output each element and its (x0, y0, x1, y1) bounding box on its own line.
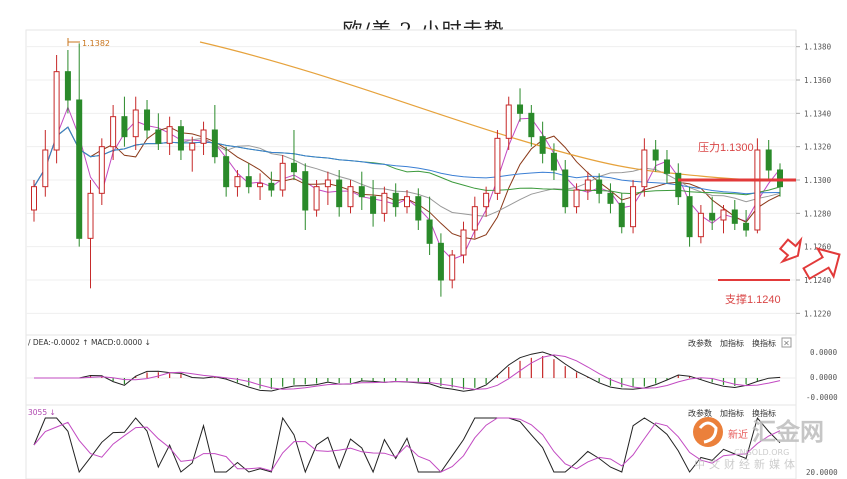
price-tick-label: 1.1320 (804, 143, 832, 152)
price-tick-label: 1.1340 (804, 109, 832, 118)
price-chart: 1.1380 1.1360 1.1340 1.1320 1.1300 1.1280 1.12… (25, 29, 841, 479)
candle-body (87, 192, 94, 239)
macd-tick-bottom: -0.0000 (806, 393, 838, 402)
macd-add-indicator-button[interactable]: 加指标 (720, 338, 744, 348)
candle-body (234, 176, 241, 188)
candle-body (268, 182, 275, 191)
candle-body (404, 196, 410, 208)
candle-body (709, 212, 716, 221)
macd-tick-top: 0.0000 (810, 348, 838, 357)
candle-body (517, 104, 524, 114)
price-tick-label: 1.1300 (804, 176, 832, 185)
close-label: × (783, 339, 790, 348)
candle-body (426, 219, 433, 244)
watermark-brand: 汇金网 (752, 418, 824, 446)
candle-body (302, 171, 309, 211)
kdj-switch-indicator-button[interactable]: 换指标 (752, 408, 776, 418)
candle-body (641, 149, 648, 188)
candle-body (121, 116, 128, 138)
candle-body (211, 129, 218, 158)
candle-body (630, 186, 637, 228)
candle-body (279, 162, 286, 191)
candle-body (573, 189, 580, 208)
candle-body (98, 146, 105, 194)
candle-body (64, 71, 71, 101)
candle-body (347, 186, 354, 208)
candle-body (765, 149, 772, 171)
candle-body (697, 212, 704, 238)
candle-body (460, 229, 467, 256)
candle-body (358, 186, 365, 198)
candle-body (743, 222, 750, 231)
candle-body (324, 179, 331, 188)
candle-body (607, 192, 614, 204)
watermark-slogan: 中文财经新媒体 (694, 457, 799, 471)
resistance-label: 压力1.1300 (698, 141, 754, 154)
candle-body (471, 206, 478, 231)
price-tick-label: 1.1380 (804, 43, 832, 52)
candle-body (223, 156, 230, 188)
watermark-badge: 新近 (728, 428, 748, 441)
candle-body (663, 159, 670, 174)
candle-body (245, 176, 252, 188)
candle-body (313, 186, 320, 211)
high-label: 1.1382 (82, 39, 110, 48)
candle-body (596, 179, 603, 194)
candle-body (618, 202, 625, 228)
candle-body (290, 162, 297, 173)
candle-body (483, 192, 490, 208)
candle-body (754, 149, 761, 231)
candle-body (370, 196, 377, 214)
candle-body (189, 142, 196, 151)
price-tick-label: 1.1220 (804, 309, 832, 318)
candle-body (110, 116, 117, 148)
candle-body (42, 149, 49, 188)
kdj-panel (25, 404, 797, 479)
candle-body (652, 149, 659, 161)
candle-body (31, 186, 37, 211)
candle-body (528, 112, 535, 138)
candle-body (550, 152, 557, 171)
candle-body (562, 169, 569, 208)
candle-body (777, 169, 783, 188)
kdj-header: 3055 ↓ (28, 408, 56, 417)
candle-body (584, 179, 591, 191)
candle-body (720, 209, 727, 221)
candle-body (200, 129, 207, 144)
macd-switch-indicator-button[interactable]: 换指标 (752, 338, 776, 348)
watermark-site: CNGOLD.ORG (734, 448, 789, 457)
candle-body (494, 137, 501, 194)
macd-tick-mid: 0.0000 (810, 373, 838, 382)
price-tick-label: 1.1360 (804, 76, 832, 85)
candle-body (381, 192, 388, 214)
candle-body (449, 254, 456, 281)
candle-body (257, 182, 264, 188)
candle-body (177, 126, 184, 151)
candle-body (166, 126, 173, 144)
kdj-tick: 20.0000 (806, 468, 838, 477)
candle-body (437, 242, 444, 281)
candle-body (539, 136, 546, 154)
candle-body (675, 172, 682, 198)
kdj-add-indicator-button[interactable]: 加指标 (720, 408, 744, 418)
candle-body (132, 109, 139, 138)
macd-header: / DEA:-0.0002 ↑ MACD:0.0000 ↓ (28, 338, 151, 347)
candle-body (415, 196, 422, 221)
candle-body (505, 104, 512, 139)
candle-body (336, 179, 343, 208)
candle-body (392, 192, 399, 208)
candle-body (144, 109, 151, 131)
price-tick-label: 1.1280 (804, 209, 832, 218)
watermark: 新近 汇金网 CNGOLD.ORG 中文财经新媒体 (693, 417, 824, 471)
kdj-change-params-button[interactable]: 改参数 (688, 408, 712, 418)
candle-body (53, 71, 60, 151)
support-label: 支撑1.1240 (725, 292, 781, 306)
macd-change-params-button[interactable]: 改参数 (688, 338, 712, 348)
candle-body (731, 209, 738, 224)
candle-body (76, 99, 83, 239)
candle-body (155, 129, 162, 144)
candle-body (686, 196, 693, 238)
